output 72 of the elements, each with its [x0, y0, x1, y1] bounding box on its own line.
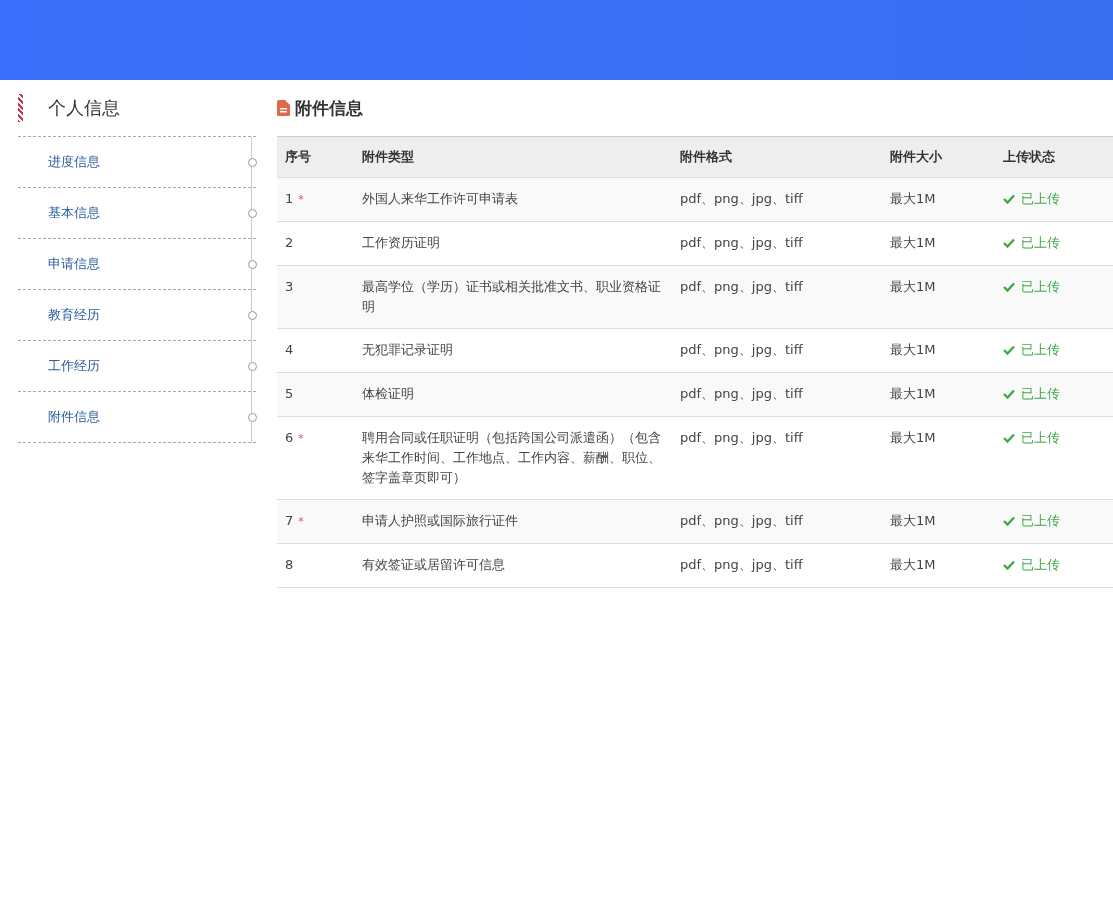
- sidebar-item[interactable]: 基本信息: [18, 188, 256, 239]
- upload-status: 已上传: [1003, 340, 1060, 360]
- table-cell: 无犯罪记录证明: [354, 328, 672, 373]
- row-number: 8: [285, 557, 294, 572]
- column-header: 附件格式: [672, 136, 882, 178]
- check-icon: [1003, 194, 1015, 204]
- sidebar-item[interactable]: 附件信息: [18, 392, 256, 443]
- upload-status: 已上传: [1003, 233, 1060, 253]
- table-cell: 聘用合同或任职证明（包括跨国公司派遣函）（包含来华工作时间、工作地点、工作内容、薪酬、职位、签字盖章页即可）: [354, 416, 672, 500]
- circle-icon: [248, 259, 257, 269]
- circle-icon: [248, 208, 257, 218]
- check-icon: [1003, 345, 1015, 355]
- table-cell: 最大1M: [882, 416, 995, 500]
- circle-icon: [248, 157, 257, 167]
- required-mark: *: [298, 515, 304, 528]
- circle-icon: [248, 361, 257, 371]
- table-cell: 最高学位（学历）证书或相关批准文书、职业资格证明: [354, 265, 672, 329]
- check-icon: [1003, 238, 1015, 248]
- table-cell: 体检证明: [354, 372, 672, 417]
- sidebar-item[interactable]: 进度信息: [18, 137, 256, 188]
- row-number: 7: [285, 513, 294, 528]
- check-icon: [1003, 516, 1015, 526]
- upload-status: 已上传: [1003, 428, 1060, 448]
- required-mark: *: [298, 193, 304, 206]
- section-title: 附件信息: [295, 96, 363, 120]
- check-icon: [1003, 560, 1015, 570]
- stripe-icon: [18, 94, 23, 122]
- table-cell: 最大1M: [882, 328, 995, 373]
- sidebar-item[interactable]: 工作经历: [18, 341, 256, 392]
- upload-status: 已上传: [1003, 189, 1060, 209]
- column-header: 附件类型: [354, 136, 672, 178]
- check-icon: [1003, 389, 1015, 399]
- table-cell: pdf、png、jpg、tiff: [672, 265, 882, 329]
- row-number: 3: [285, 279, 294, 294]
- row-number: 1: [285, 191, 294, 206]
- table-cell: pdf、png、jpg、tiff: [672, 499, 882, 544]
- table-cell: 工作资历证明: [354, 221, 672, 266]
- upload-status: 已上传: [1003, 555, 1060, 575]
- table-cell: 最大1M: [882, 372, 995, 417]
- upload-status: 已上传: [1003, 277, 1060, 297]
- upload-status: 已上传: [1003, 384, 1060, 404]
- document-icon: [277, 100, 290, 116]
- row-number: 5: [285, 386, 294, 401]
- required-mark: *: [298, 432, 304, 445]
- table-cell: pdf、png、jpg、tiff: [672, 328, 882, 373]
- column-header: 上传状态: [995, 136, 1113, 178]
- table-cell: pdf、png、jpg、tiff: [672, 372, 882, 417]
- sidebar-title: 个人信息: [48, 96, 120, 120]
- table-cell: 最大1M: [882, 265, 995, 329]
- row-number: 6: [285, 430, 294, 445]
- check-icon: [1003, 433, 1015, 443]
- check-icon: [1003, 282, 1015, 292]
- column-header: 附件大小: [882, 136, 995, 178]
- table-cell: pdf、png、jpg、tiff: [672, 221, 882, 266]
- table-cell: 最大1M: [882, 221, 995, 266]
- row-number: 4: [285, 342, 294, 357]
- upload-status: 已上传: [1003, 511, 1060, 531]
- table-cell: pdf、png、jpg、tiff: [672, 416, 882, 500]
- table-cell: 最大1M: [882, 543, 995, 588]
- sidebar-item[interactable]: 申请信息: [18, 239, 256, 290]
- table-cell: 最大1M: [882, 499, 995, 544]
- table-cell: 申请人护照或国际旅行证件: [354, 499, 672, 544]
- sidebar-item[interactable]: 教育经历: [18, 290, 256, 341]
- table-cell: 外国人来华工作许可申请表: [354, 177, 672, 222]
- circle-icon: [248, 310, 257, 320]
- table-cell: 最大1M: [882, 177, 995, 222]
- table-cell: pdf、png、jpg、tiff: [672, 177, 882, 222]
- column-header: 序号: [277, 136, 354, 178]
- circle-icon: [248, 412, 257, 422]
- table-cell: 有效签证或居留许可信息: [354, 543, 672, 588]
- row-number: 2: [285, 235, 294, 250]
- table-cell: pdf、png、jpg、tiff: [672, 543, 882, 588]
